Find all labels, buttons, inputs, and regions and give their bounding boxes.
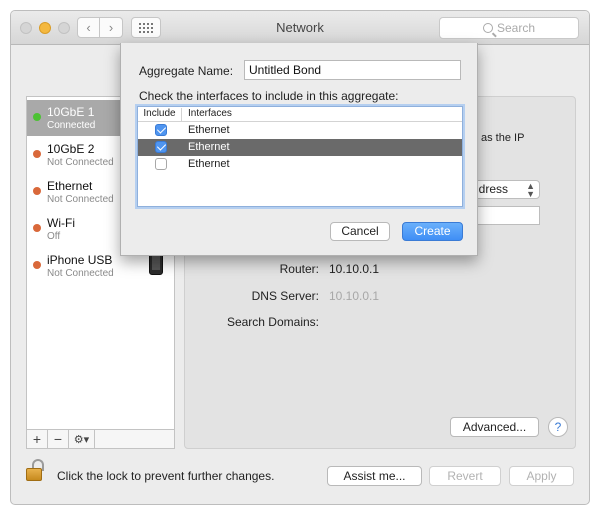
status-dot-icon bbox=[33, 224, 41, 232]
service-status: Not Connected bbox=[47, 194, 114, 205]
service-name: 10GbE 1 bbox=[47, 105, 95, 119]
gear-icon[interactable]: ⚙▾ bbox=[69, 430, 95, 448]
cancel-button[interactable]: Cancel bbox=[330, 222, 390, 241]
updown-arrows-icon: ▲ ▼ bbox=[526, 181, 535, 199]
status-dot-icon bbox=[33, 187, 41, 195]
column-header-interfaces[interactable]: Interfaces bbox=[188, 108, 232, 119]
interface-name: Ethernet bbox=[188, 124, 230, 136]
column-header-include[interactable]: Include bbox=[138, 108, 182, 122]
partial-description-text: as the IP bbox=[481, 132, 525, 144]
router-value: 10.10.0.1 bbox=[329, 262, 380, 276]
aggregate-name-field[interactable]: Untitled Bond bbox=[244, 60, 461, 80]
search-input[interactable]: Search bbox=[439, 17, 579, 39]
instructions-text: Check the interfaces to include in this … bbox=[139, 89, 399, 103]
router-label: Router: bbox=[279, 262, 319, 276]
service-status: Not Connected bbox=[47, 268, 114, 279]
interface-name: Ethernet bbox=[188, 158, 230, 170]
apply-button[interactable]: Apply bbox=[509, 466, 574, 486]
lock-message: Click the lock to prevent further change… bbox=[57, 469, 275, 483]
status-dot-icon bbox=[33, 113, 41, 121]
remove-service-button[interactable]: − bbox=[48, 430, 69, 448]
help-button[interactable]: ? bbox=[548, 417, 568, 437]
aggregate-name-label: Aggregate Name: bbox=[139, 64, 234, 78]
status-dot-icon bbox=[33, 261, 41, 269]
include-checkbox[interactable] bbox=[155, 124, 167, 136]
assist-me-button[interactable]: Assist me... bbox=[327, 466, 422, 486]
service-status: Connected bbox=[47, 120, 96, 131]
title-bar: ‹ › Network Search bbox=[11, 11, 589, 45]
add-service-button[interactable]: + bbox=[27, 430, 48, 448]
aggregate-sheet: Aggregate Name: Untitled Bond Check the … bbox=[120, 43, 478, 256]
include-checkbox[interactable] bbox=[155, 141, 167, 153]
search-domains-label: Search Domains: bbox=[226, 315, 319, 329]
lock-icon[interactable] bbox=[25, 459, 44, 483]
service-name: Wi-Fi bbox=[47, 216, 75, 230]
service-name: 10GbE 2 bbox=[47, 142, 95, 156]
service-name: Ethernet bbox=[47, 179, 93, 193]
include-checkbox[interactable] bbox=[155, 158, 167, 170]
search-icon bbox=[482, 23, 493, 33]
service-list-toolbar: + − ⚙▾ bbox=[26, 429, 175, 449]
service-name: iPhone USB bbox=[47, 253, 113, 267]
dns-server-label: DNS Server: bbox=[251, 289, 319, 303]
status-dot-icon bbox=[33, 150, 41, 158]
search-placeholder: Search bbox=[496, 21, 536, 35]
revert-button[interactable]: Revert bbox=[429, 466, 501, 486]
interface-name: Ethernet bbox=[188, 141, 230, 153]
advanced-button[interactable]: Advanced... bbox=[450, 417, 539, 437]
table-row[interactable]: Ethernet bbox=[138, 156, 462, 173]
table-row[interactable]: Ethernet bbox=[138, 139, 462, 156]
table-row[interactable]: Ethernet bbox=[138, 122, 462, 139]
service-status: Not Connected bbox=[47, 157, 114, 168]
create-button[interactable]: Create bbox=[402, 222, 463, 241]
interfaces-table: Include Interfaces Ethernet Ethernet Eth… bbox=[137, 106, 463, 207]
service-status: Off bbox=[47, 231, 61, 242]
table-header: Include Interfaces bbox=[138, 107, 462, 122]
dns-server-value: 10.10.0.1 bbox=[329, 289, 380, 303]
